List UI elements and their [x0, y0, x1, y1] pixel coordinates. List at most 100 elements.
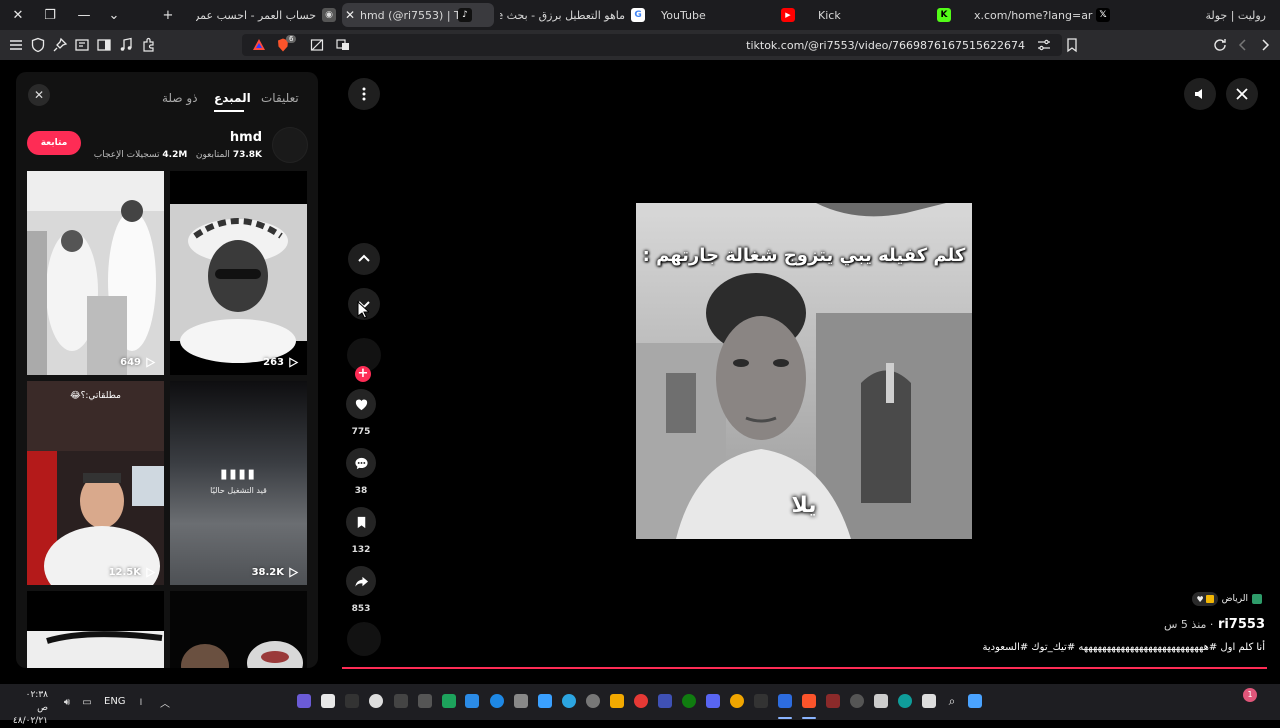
app-icon-3[interactable] — [345, 694, 359, 708]
video-thumbnail[interactable] — [170, 591, 307, 668]
app-icon-15[interactable] — [634, 694, 648, 708]
app-icon-6[interactable] — [418, 694, 432, 708]
tab-comments[interactable]: تعليقات — [261, 91, 299, 105]
app-icon-13[interactable] — [586, 694, 600, 708]
video-thumbnail[interactable]: مطلقاتي:؟😂 12.5K — [27, 381, 164, 585]
music-icon[interactable] — [117, 36, 135, 54]
edge-icon[interactable] — [898, 694, 912, 708]
discord-icon[interactable] — [706, 694, 720, 708]
bookmark-icon[interactable] — [346, 507, 376, 537]
translate-icon[interactable] — [334, 36, 352, 54]
tune-icon[interactable] — [1035, 36, 1053, 54]
thumbnail-image — [27, 171, 164, 375]
follow-button[interactable]: متابعة — [27, 131, 81, 155]
app-icon-1[interactable] — [297, 694, 311, 708]
video-thumbnail[interactable]: 649 — [27, 171, 164, 375]
tab-roulette[interactable]: روليت | جولة — [1192, 3, 1272, 27]
close-video-button[interactable] — [1226, 78, 1258, 110]
sound-disc-icon[interactable] — [347, 622, 381, 656]
video-description[interactable]: أنا كلم اول #ههههههههههههههههههههههههههه… — [983, 642, 1265, 653]
close-panel-icon[interactable]: ✕ — [28, 84, 50, 106]
video-progress-bar[interactable] — [342, 667, 1267, 669]
app-icon-20[interactable] — [754, 694, 768, 708]
tab-age-calculator[interactable]: ◉ حساب العمر - احسب عمري — [196, 3, 336, 27]
app-icon-7[interactable] — [442, 694, 456, 708]
reload-icon[interactable] — [1211, 36, 1229, 54]
mute-button[interactable] — [1184, 78, 1216, 110]
rewards-triangle-icon[interactable] — [250, 36, 268, 54]
app-icon-21[interactable] — [778, 694, 792, 708]
tab-youtube[interactable]: YouTube ▶ — [655, 3, 805, 27]
app-icon-27[interactable] — [922, 694, 936, 708]
app-icon-19[interactable] — [730, 694, 744, 708]
share-arrow-icon[interactable] — [346, 566, 376, 596]
input-language[interactable]: ENG — [104, 696, 126, 707]
app-icon-5[interactable] — [394, 694, 408, 708]
close-tab-icon[interactable]: ✕ — [342, 8, 358, 22]
heart-small-icon: ♥ — [1196, 594, 1204, 604]
sidebar-icon[interactable] — [95, 36, 113, 54]
like-action[interactable]: 775 — [346, 389, 378, 437]
tab-google-search[interactable]: G ماهو التعطيل برزق - بحث Google — [500, 3, 645, 27]
microphone-icon[interactable]: ⏽ — [134, 695, 148, 709]
heart-icon[interactable] — [346, 389, 376, 419]
previous-video-button[interactable] — [348, 243, 380, 275]
video-thumbnail[interactable] — [27, 591, 164, 668]
tab-search-chevron-icon[interactable]: ⌄ — [98, 0, 130, 30]
tab-tiktok[interactable]: ✕ hmd (@ri7553) | TikTok ♪ — [342, 3, 494, 27]
new-tab-icon[interactable]: + — [152, 0, 184, 30]
forward-arrow-icon[interactable] — [1256, 36, 1274, 54]
no-media-icon[interactable] — [308, 36, 326, 54]
creator-name[interactable]: hmd — [230, 130, 262, 145]
reaction-chips: ♥ — [1192, 592, 1218, 606]
menu-icon[interactable] — [7, 36, 25, 54]
more-options-button[interactable] — [348, 78, 380, 110]
tab-x[interactable]: x.com/home?lang=ar 𝕏 — [968, 3, 1116, 27]
xbox-icon[interactable] — [682, 694, 696, 708]
app-icon-8[interactable] — [465, 694, 479, 708]
display-icon[interactable]: ▭ — [80, 695, 94, 709]
app-icon-14[interactable] — [610, 694, 624, 708]
comment-icon[interactable] — [346, 448, 376, 478]
creator-avatar[interactable] — [272, 127, 308, 163]
clock[interactable]: ٠٢:٣٨ ص ٤٨/٠٢/٢١ — [12, 689, 48, 728]
app-icon-10[interactable] — [514, 694, 528, 708]
restore-window-icon[interactable]: ❐ — [34, 0, 66, 30]
store-icon[interactable] — [874, 694, 888, 708]
tray-chevron-up-icon[interactable]: ︿ — [158, 695, 172, 710]
app-icon-23[interactable] — [826, 694, 840, 708]
comment-action[interactable]: 38 — [346, 448, 378, 496]
brave-icon[interactable] — [802, 694, 816, 708]
follow-plus-icon[interactable]: + — [355, 366, 371, 382]
pin-icon[interactable] — [51, 36, 69, 54]
reader-icon[interactable] — [73, 36, 91, 54]
telegram-icon[interactable] — [562, 694, 576, 708]
windows-start-icon[interactable] — [968, 694, 982, 708]
video-thumbnail-now-playing[interactable]: ▮▮▮▮ قيد التشغيل حاليًا 38.2K — [170, 381, 307, 585]
app-icon-16[interactable] — [658, 694, 672, 708]
shield-icon[interactable] — [29, 36, 47, 54]
search-icon[interactable]: ⌕ — [945, 694, 959, 708]
tab-kick[interactable]: Kick K — [812, 3, 957, 27]
location-tag[interactable]: الرياض ♥ — [1192, 591, 1262, 607]
video-player[interactable]: كلم كفيله يبي يتزوج شغالة جارتهم : يلا — [636, 203, 972, 539]
file-icon[interactable] — [321, 694, 335, 708]
save-action[interactable]: 132 — [346, 507, 378, 555]
author-handle[interactable]: ri7553 — [1218, 617, 1265, 632]
app-icon-4[interactable] — [369, 694, 383, 708]
speaker-icon[interactable]: 🔊︎ — [60, 695, 74, 709]
extensions-icon[interactable] — [140, 36, 158, 54]
video-thumbnail[interactable]: 263 — [170, 171, 307, 375]
close-window-icon[interactable]: ✕ — [2, 0, 34, 30]
app-icon-9[interactable] — [490, 694, 504, 708]
app-icon-11[interactable] — [538, 694, 552, 708]
app-icon-24[interactable] — [850, 694, 864, 708]
tab-related[interactable]: ذو صلة — [162, 91, 198, 105]
notification-badge[interactable]: 1 — [1243, 688, 1257, 702]
back-arrow-icon[interactable] — [1234, 36, 1252, 54]
minimize-window-icon[interactable]: — — [68, 0, 100, 30]
tab-creator[interactable]: المبدع — [214, 91, 251, 105]
bookmark-icon[interactable] — [1063, 36, 1081, 54]
share-action[interactable]: 853 — [346, 566, 378, 614]
video-author[interactable]: ri7553 · منذ 5 س — [1164, 617, 1265, 632]
